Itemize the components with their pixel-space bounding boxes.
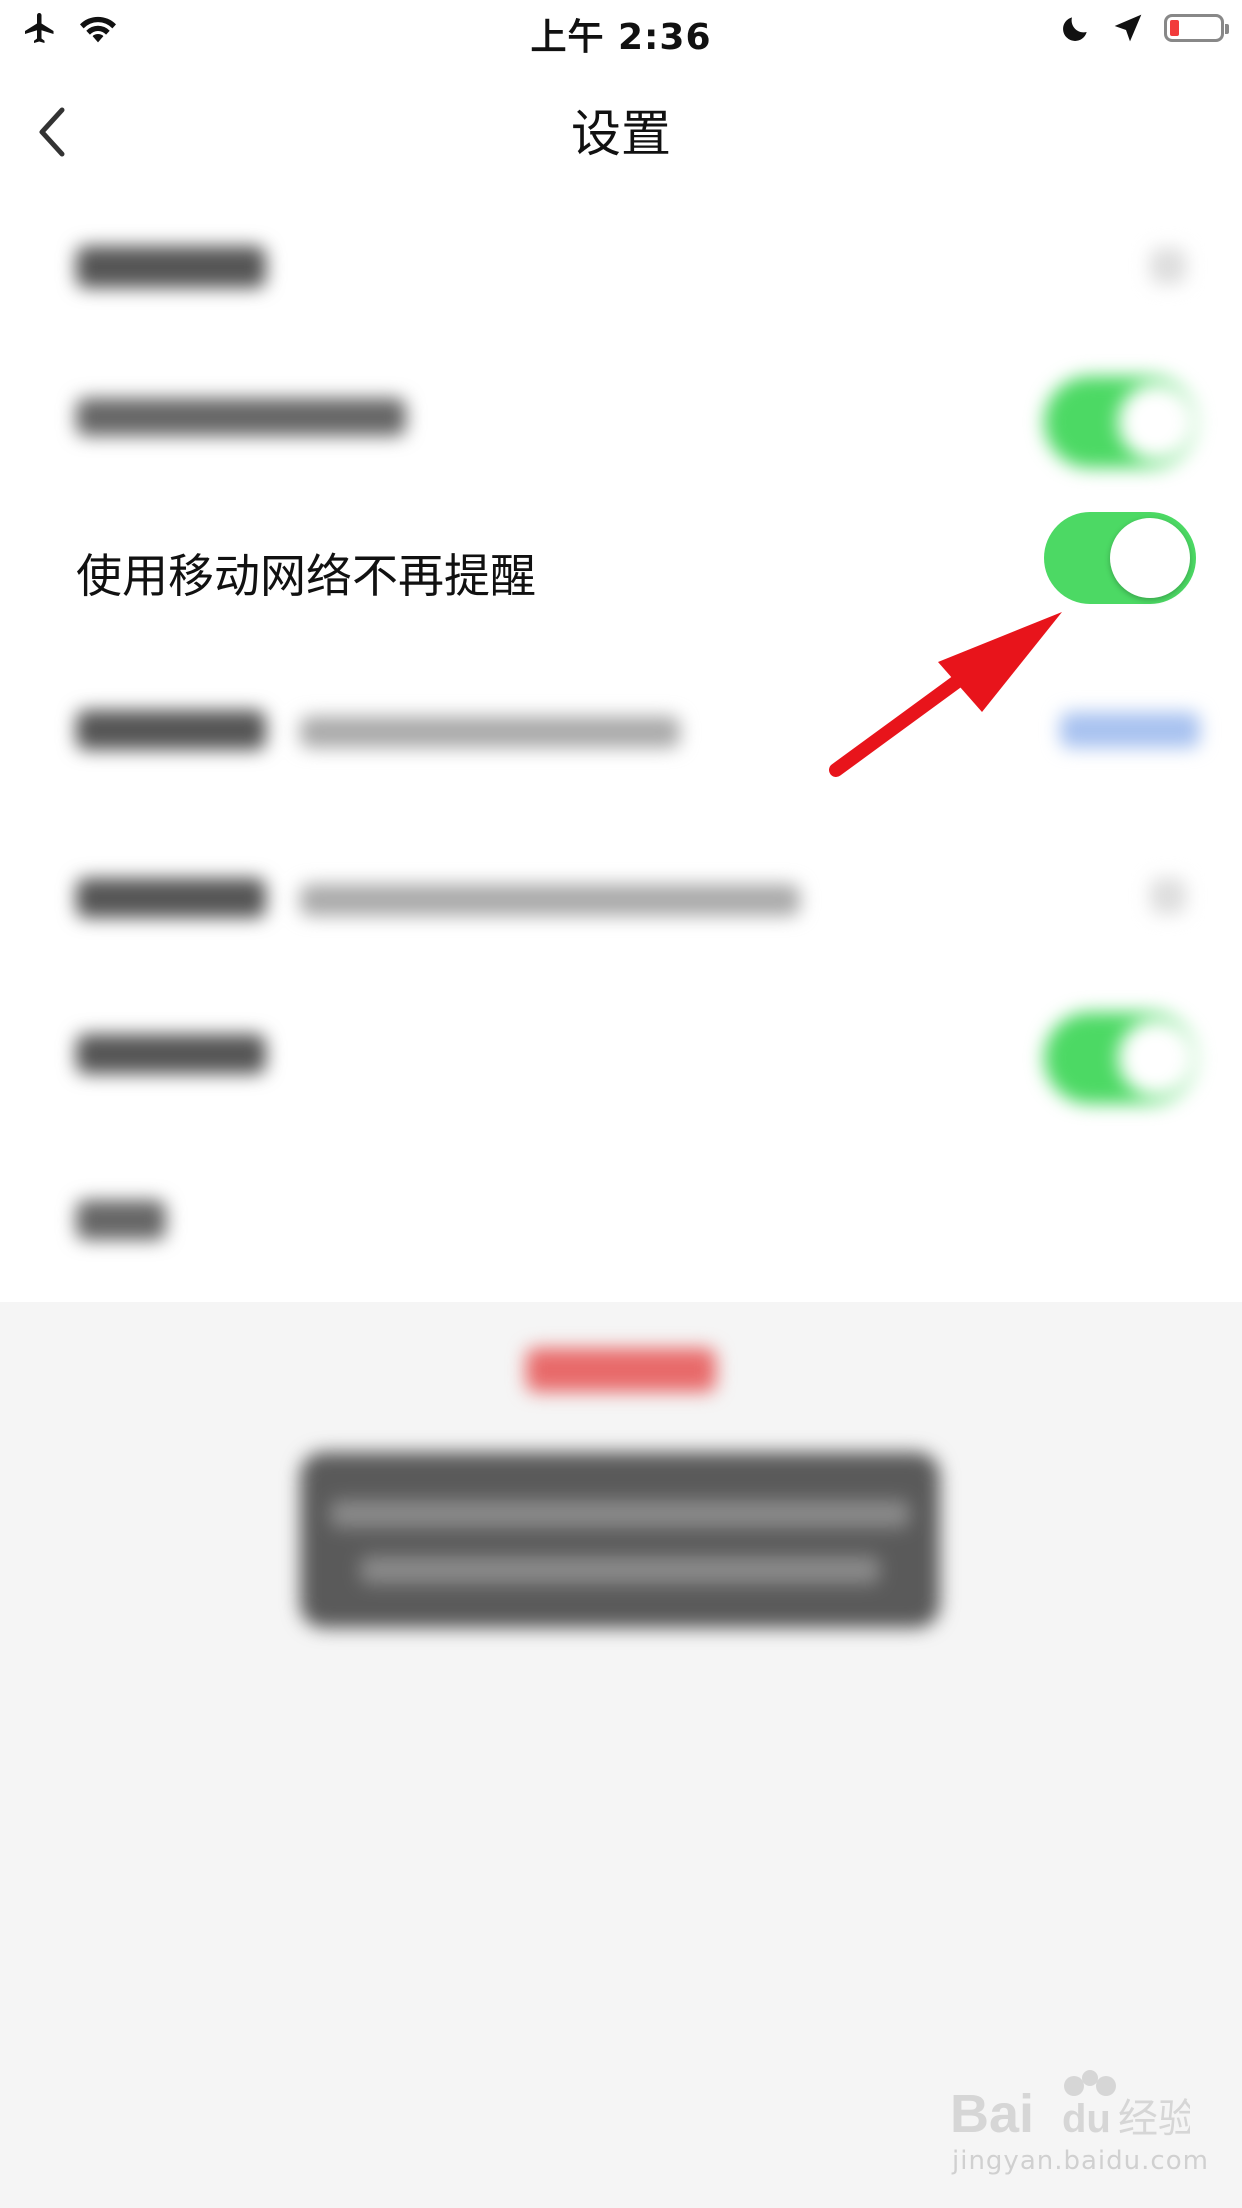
battery-level [1170,20,1179,36]
moon-icon [1063,17,1087,41]
watermark-url: jingyan.baidu.com [952,2146,1209,2176]
setting-label: 使用移动网络不再提醒 [76,549,536,603]
mobile-network-toggle[interactable] [1044,512,1196,604]
battery-icon [1164,14,1229,42]
blurred-settings-top [0,176,1242,490]
status-bar: 上午 2:36 [0,0,1242,64]
location-icon [1114,14,1142,42]
page-title: 设置 [571,105,671,163]
nav-bar: 设置 [0,64,1242,176]
toggle-knob [1110,518,1190,598]
svg-text:Bai: Bai [950,2084,1034,2144]
svg-text:经验: 经验 [1118,2096,1190,2142]
blurred-logout-and-toast [0,1302,1242,1702]
svg-text:du: du [1062,2097,1111,2141]
status-time: 上午 2:36 [530,17,712,58]
status-right [1060,12,1229,44]
baidu-jingyan-watermark-icon: Bai du 经验 [950,2070,1190,2144]
annotation-arrow-icon [829,612,1062,777]
